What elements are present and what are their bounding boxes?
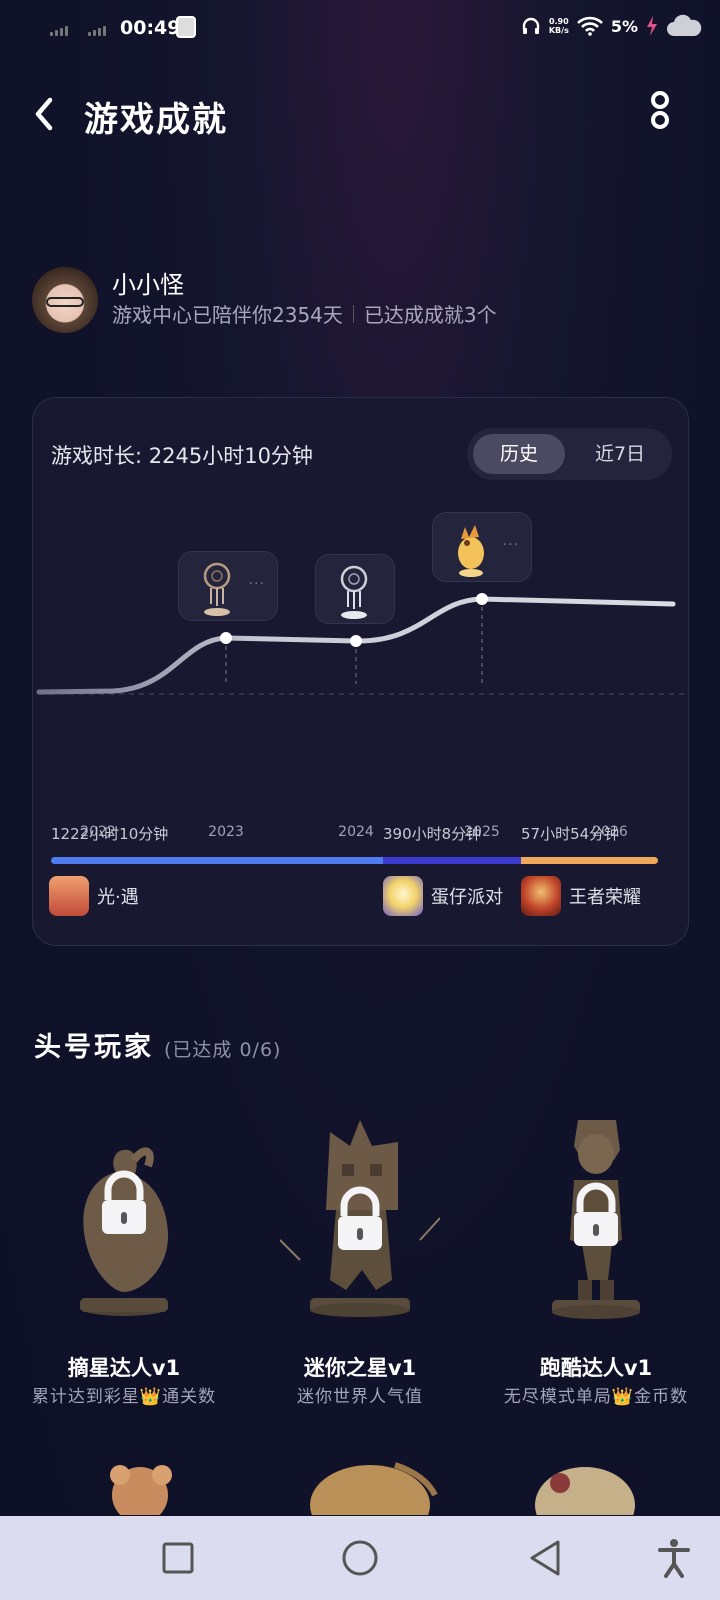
game-name: 王者荣耀 <box>569 887 641 908</box>
tab-history[interactable]: 历史 <box>473 434 565 474</box>
year-label: 2024 <box>338 824 374 840</box>
point-2024 <box>350 635 362 647</box>
section-progress: (已达成 0/6) <box>164 1039 282 1061</box>
recent-apps-icon[interactable] <box>156 1536 200 1580</box>
game-eggy-party-icon <box>383 876 423 916</box>
milestone-bubble-2023[interactable]: ··· <box>178 551 278 621</box>
user-name: 小小怪 <box>112 271 184 299</box>
days-companion-text: 游戏中心已陪伴你2354天 <box>112 303 343 327</box>
home-icon[interactable] <box>338 1536 382 1580</box>
profile-header: 小小怪 游戏中心已陪伴你2354天 已达成成就3个 <box>32 265 692 335</box>
achievement-card[interactable]: 迷你之星v1 迷你世界人气值 <box>240 1120 480 1407</box>
duration-label-game-3: 57小时54分钟 <box>521 825 620 843</box>
profile-stats: 游戏中心已陪伴你2354天 已达成成就3个 <box>112 299 497 328</box>
achievement-desc: 累计达到彩星👑通关数 <box>31 1387 217 1407</box>
dragon-egg-trophy-icon <box>458 525 484 577</box>
achievement-figure-peek <box>535 1467 635 1515</box>
duration-label-game-1: 1222小时10分钟 <box>51 825 169 843</box>
section-title: 头号玩家 (已达成 0/6) <box>34 1032 282 1063</box>
game-item-honor-of-kings[interactable]: 王者荣耀 <box>521 876 641 916</box>
achievement-figure-peek <box>110 1465 172 1515</box>
tab-last-7-days[interactable]: 近7日 <box>574 434 666 474</box>
dreamcatcher-trophy-icon <box>340 565 368 619</box>
playtime-summary: 游戏时长: 2245小时10分钟 <box>51 440 313 470</box>
duration-label-game-2: 390小时8分钟 <box>383 825 482 843</box>
back-icon[interactable] <box>524 1536 568 1580</box>
share-bar-game-2 <box>383 857 521 864</box>
wifi-icon <box>576 16 603 36</box>
charging-icon <box>647 16 657 36</box>
app-header: 游戏成就 <box>0 82 720 146</box>
period-toggle: 历史 近7日 <box>467 428 672 480</box>
achievement-desc: 迷你世界人气值 <box>297 1387 423 1407</box>
signal-icon <box>88 26 106 36</box>
game-name: 光·遇 <box>97 887 139 908</box>
achievement-figure-peek <box>310 1462 438 1515</box>
milestone-bubble-2025[interactable]: ··· <box>432 512 532 582</box>
status-bar: 00:49 0.90 KB/s 5% <box>0 0 720 58</box>
timeline-chart: ··· ··· 2022 2023 2024 2025 2026 <box>33 508 690 840</box>
back-arrow-icon[interactable] <box>28 94 64 134</box>
playtime-card: 游戏时长: 2245小时10分钟 历史 近7日 ··· ··· 2022 202… <box>32 397 689 946</box>
milestone-bubble-2024[interactable] <box>315 554 395 624</box>
year-label: 2023 <box>208 824 244 840</box>
achievement-name: 迷你之星v1 <box>303 1356 417 1380</box>
avatar[interactable] <box>32 267 98 333</box>
more-dots-icon: ··· <box>502 537 519 553</box>
status-time: 00:49 <box>120 17 181 39</box>
system-nav-bar <box>0 1516 720 1600</box>
more-options-icon[interactable] <box>646 90 674 138</box>
achievement-count-text: 已达成成就3个 <box>363 303 497 327</box>
point-2025 <box>476 593 488 605</box>
runner-figure-icon <box>552 1120 640 1319</box>
achievement-name: 摘星达人v1 <box>67 1356 181 1380</box>
game-sky-icon <box>49 876 89 916</box>
game-honor-of-kings-icon <box>521 876 561 916</box>
share-bar-game-1 <box>51 857 383 864</box>
achievement-desc: 无尽模式单局👑金币数 <box>503 1387 689 1407</box>
achievement-name: 跑酷达人v1 <box>539 1356 653 1380</box>
page-title: 游戏成就 <box>84 100 228 140</box>
headphones-icon <box>522 17 540 34</box>
cloud-icon <box>667 14 702 36</box>
achievement-card[interactable]: 跑酷达人v1 无尽模式单局👑金币数 <box>476 1120 716 1407</box>
battery-percent: 5% <box>610 16 638 36</box>
block-figure-icon <box>280 1120 440 1317</box>
more-dots-icon: ··· <box>248 576 265 592</box>
game-item-sky[interactable]: 光·遇 <box>49 876 139 916</box>
signal-icon <box>50 26 68 36</box>
accessibility-icon[interactable] <box>652 1536 696 1580</box>
share-bar-game-3 <box>521 857 658 864</box>
game-name: 蛋仔派对 <box>431 887 503 908</box>
game-item-eggy-party[interactable]: 蛋仔派对 <box>383 876 503 916</box>
net-speed: 0.90 KB/s <box>548 17 569 35</box>
bird-figure-icon <box>80 1147 169 1316</box>
notification-app-icon <box>176 16 196 38</box>
achievement-card[interactable]: 摘星达人v1 累计达到彩星👑通关数 <box>4 1120 244 1407</box>
playtime-label: 游戏时长: <box>51 444 149 468</box>
playtime-value: 2245小时10分钟 <box>148 444 313 468</box>
divider <box>352 304 354 323</box>
dreamcatcher-trophy-icon <box>203 562 231 616</box>
point-2023 <box>220 632 232 644</box>
